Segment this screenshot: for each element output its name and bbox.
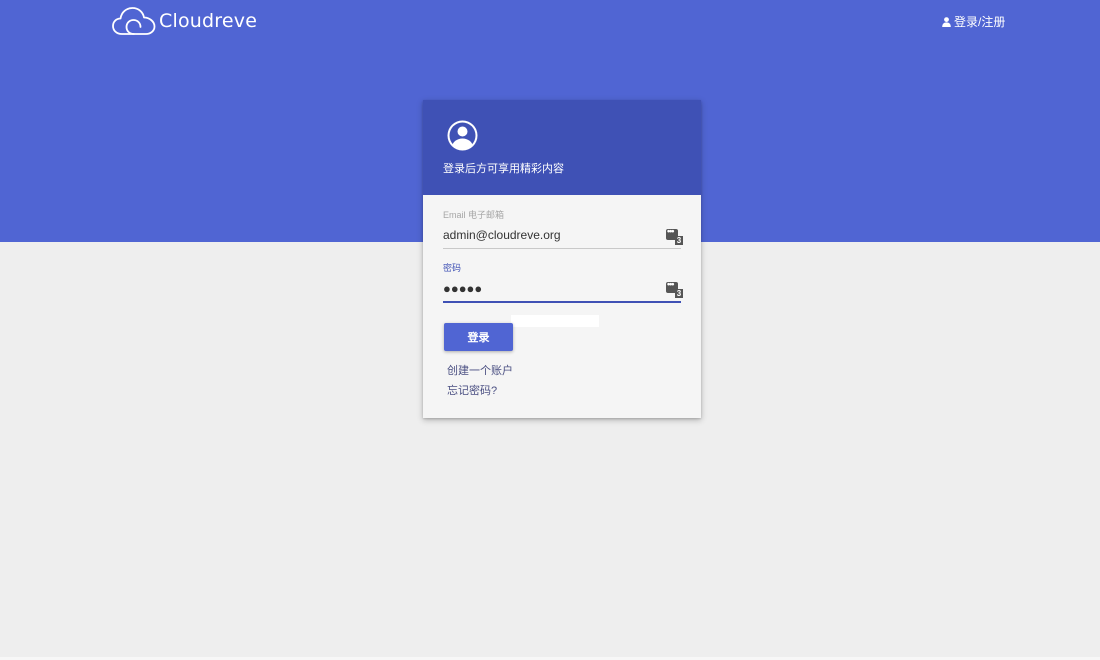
brand-logo[interactable]: Cloudreve (112, 6, 257, 36)
password-field[interactable]: ●●●●● (443, 281, 663, 296)
login-card-header: 登录后方可享用精彩内容 (423, 100, 701, 195)
login-register-link[interactable]: 登录/注册 (942, 13, 1005, 30)
brand-name: Cloudreve (159, 10, 258, 32)
cloud-icon (112, 7, 156, 35)
create-account-link[interactable]: 创建一个账户 (447, 362, 513, 378)
password-manager-icon[interactable]: ••• 3 (666, 226, 684, 247)
email-field-group: Email 电子邮箱 ••• 3 (443, 208, 684, 252)
email-field-label: Email 电子邮箱 (443, 210, 505, 220)
user-icon (942, 16, 951, 27)
login-register-label: 登录/注册 (954, 15, 1006, 29)
password-field-group: 密码 ●●●●● ••• 3 (443, 261, 684, 305)
forgot-password-link[interactable]: 忘记密码? (447, 382, 497, 398)
email-field-underline (443, 248, 681, 249)
login-card: 登录后方可享用精彩内容 Email 电子邮箱 ••• 3 密码 ●●●●● ••… (423, 100, 701, 418)
password-manager-count: 3 (675, 289, 683, 298)
login-button[interactable]: 登录 (444, 323, 513, 351)
email-field[interactable] (443, 228, 663, 242)
account-circle-icon (447, 120, 478, 151)
autofill-overlay (511, 315, 599, 327)
password-manager-count: 3 (675, 236, 683, 245)
password-manager-icon[interactable]: ••• 3 (666, 279, 684, 300)
password-field-underline (443, 301, 681, 303)
password-field-label: 密码 (443, 263, 462, 273)
login-card-title: 登录后方可享用精彩内容 (443, 163, 564, 175)
